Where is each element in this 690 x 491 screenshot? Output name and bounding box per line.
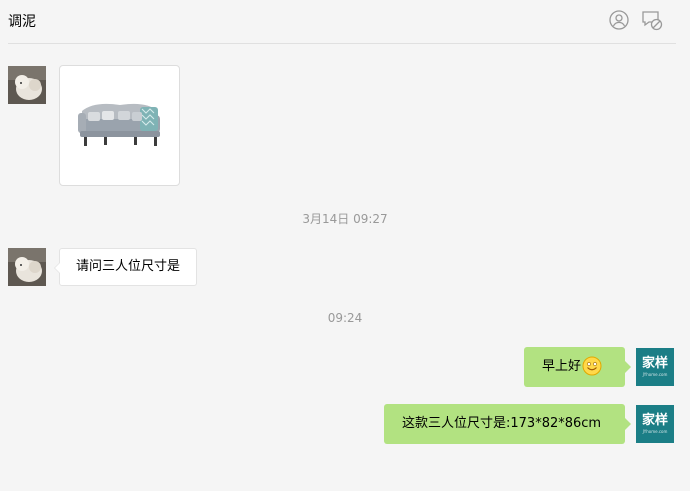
my-avatar[interactable]: 家样 JYhome.com xyxy=(636,405,674,443)
sofa-image-message[interactable] xyxy=(59,65,180,186)
contact-avatar[interactable] xyxy=(8,66,46,104)
message-text: 请问三人位尺寸是 xyxy=(76,259,181,274)
brand-logo-subtext: JYhome.com xyxy=(642,372,668,377)
sent-message[interactable]: 这款三人位尺寸是:173*82*86cm xyxy=(384,404,631,444)
contact-avatar[interactable] xyxy=(8,248,46,286)
header-divider xyxy=(8,43,676,44)
sofa-image xyxy=(77,103,160,146)
block-icon[interactable] xyxy=(640,8,664,32)
add-contact-icon[interactable] xyxy=(607,8,631,32)
brand-logo-subtext: JYhome.com xyxy=(642,429,668,434)
brand-logo-text: 家样 xyxy=(641,356,668,371)
timestamp: 09:24 xyxy=(327,311,363,325)
smile-emoji-icon xyxy=(582,356,602,375)
brand-logo-text: 家样 xyxy=(641,413,668,428)
received-message[interactable]: 请问三人位尺寸是 xyxy=(53,248,198,286)
timestamp: 3月14日 09:27 xyxy=(302,212,388,226)
my-avatar[interactable]: 家样 JYhome.com xyxy=(636,348,674,386)
message-text: 早上好 xyxy=(542,359,582,374)
chat-title: 调泥 xyxy=(8,14,36,30)
chat-header: 调泥 xyxy=(0,0,690,44)
message-text: 这款三人位尺寸是:173*82*86cm xyxy=(402,416,602,431)
sent-message[interactable]: 早上好 xyxy=(524,347,631,387)
